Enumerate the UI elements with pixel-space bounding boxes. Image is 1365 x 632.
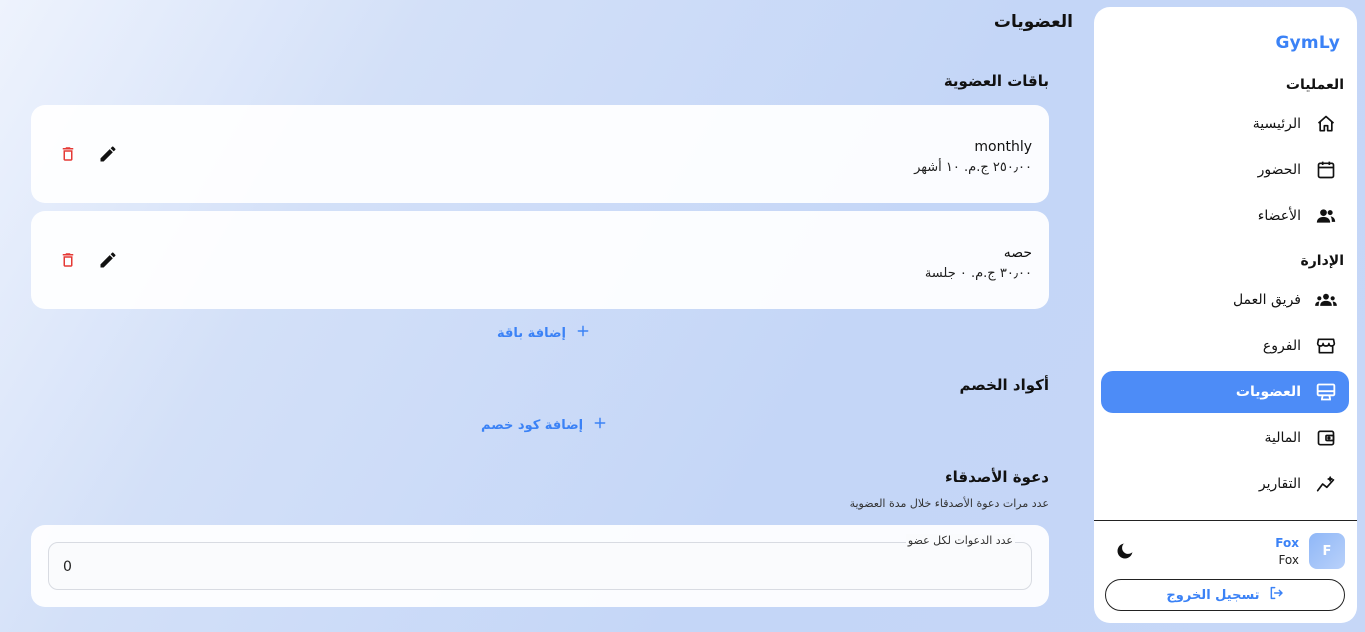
- add-discount-label: إضافة كود خصم: [481, 417, 584, 433]
- sidebar-item-home[interactable]: الرئيسية: [1101, 103, 1349, 145]
- invite-hint: عدد مرات دعوة الأصدقاء خلال مدة العضوية: [849, 497, 1049, 510]
- membership-card-icon: [1315, 381, 1337, 403]
- team-icon: [1315, 289, 1337, 311]
- avatar[interactable]: F: [1309, 533, 1345, 569]
- store-icon: [1315, 335, 1337, 357]
- sidebar-item-label: فريق العمل: [1232, 292, 1301, 308]
- sidebar-item-label: التقارير: [1258, 476, 1301, 492]
- invite-count-label: عدد الدعوات لكل عضو: [905, 534, 1015, 547]
- plan-card: حصه ٣٠٫٠٠ ج.م. ٠ جلسة: [31, 211, 1049, 309]
- plus-icon: [576, 324, 590, 342]
- home-icon: [1315, 113, 1337, 135]
- plus-icon: [593, 416, 607, 434]
- plan-detail: ٣٠٫٠٠ ج.م. ٠ جلسة: [924, 266, 1032, 281]
- add-plan-button[interactable]: إضافة باقة: [497, 324, 590, 342]
- logout-label: تسجيل الخروج: [1166, 587, 1260, 603]
- brand-logo[interactable]: GymLy: [1275, 33, 1340, 53]
- section-title-operations: العمليات: [1285, 77, 1344, 93]
- section-title-management: الإدارة: [1300, 253, 1344, 269]
- sidebar-item-branches[interactable]: الفروع: [1101, 325, 1349, 367]
- edit-icon[interactable]: [94, 246, 122, 274]
- analytics-icon: [1315, 473, 1337, 495]
- sidebar-item-label: العضويات: [1235, 384, 1301, 400]
- user-name: Fox: [1275, 536, 1299, 550]
- sidebar-item-reports[interactable]: التقارير: [1101, 463, 1349, 505]
- delete-icon[interactable]: [54, 140, 82, 168]
- invite-count-field: عدد الدعوات لكل عضو: [48, 534, 1032, 590]
- sidebar-item-finance[interactable]: المالية: [1101, 417, 1349, 459]
- user-subtitle: Fox: [1278, 553, 1299, 567]
- delete-icon[interactable]: [54, 246, 82, 274]
- plan-name: حصه: [1003, 245, 1032, 261]
- sidebar-item-label: الحضور: [1257, 162, 1301, 178]
- dark-mode-toggle-icon[interactable]: [1115, 541, 1135, 561]
- sidebar-item-label: الأعضاء: [1257, 208, 1301, 224]
- members-icon: [1315, 205, 1337, 227]
- invite-card: عدد الدعوات لكل عضو: [31, 525, 1049, 607]
- add-plan-label: إضافة باقة: [497, 325, 566, 341]
- wallet-icon: [1315, 427, 1337, 449]
- plan-name: monthly: [974, 139, 1032, 155]
- sidebar-item-members[interactable]: الأعضاء: [1101, 195, 1349, 237]
- plan-card: monthly ٢٥٠٫٠٠ ج.م. ١٠ أشهر: [31, 105, 1049, 203]
- invite-count-input[interactable]: [63, 555, 963, 579]
- sidebar-item-label: الرئيسية: [1252, 116, 1301, 132]
- invite-heading: دعوة الأصدقاء: [944, 468, 1049, 486]
- sidebar-divider: [1094, 520, 1357, 521]
- sidebar-item-attendance[interactable]: الحضور: [1101, 149, 1349, 191]
- plan-detail: ٢٥٠٫٠٠ ج.م. ١٠ أشهر: [914, 160, 1032, 175]
- sidebar-item-team[interactable]: فريق العمل: [1101, 279, 1349, 321]
- discounts-heading: أكواد الخصم: [959, 376, 1049, 394]
- page-title: العضويات: [993, 12, 1073, 32]
- plans-heading: باقات العضوية: [943, 72, 1049, 90]
- add-discount-button[interactable]: إضافة كود خصم: [481, 416, 607, 434]
- edit-icon[interactable]: [94, 140, 122, 168]
- sidebar-item-memberships[interactable]: العضويات: [1101, 371, 1349, 413]
- sidebar-item-label: المالية: [1264, 430, 1301, 446]
- logout-icon: [1268, 585, 1284, 605]
- logout-button[interactable]: تسجيل الخروج: [1105, 579, 1345, 611]
- sidebar-item-label: الفروع: [1262, 338, 1301, 354]
- calendar-icon: [1315, 159, 1337, 181]
- sidebar: GymLy العمليات الرئيسية الحضور الأعضاء ا…: [1094, 7, 1357, 623]
